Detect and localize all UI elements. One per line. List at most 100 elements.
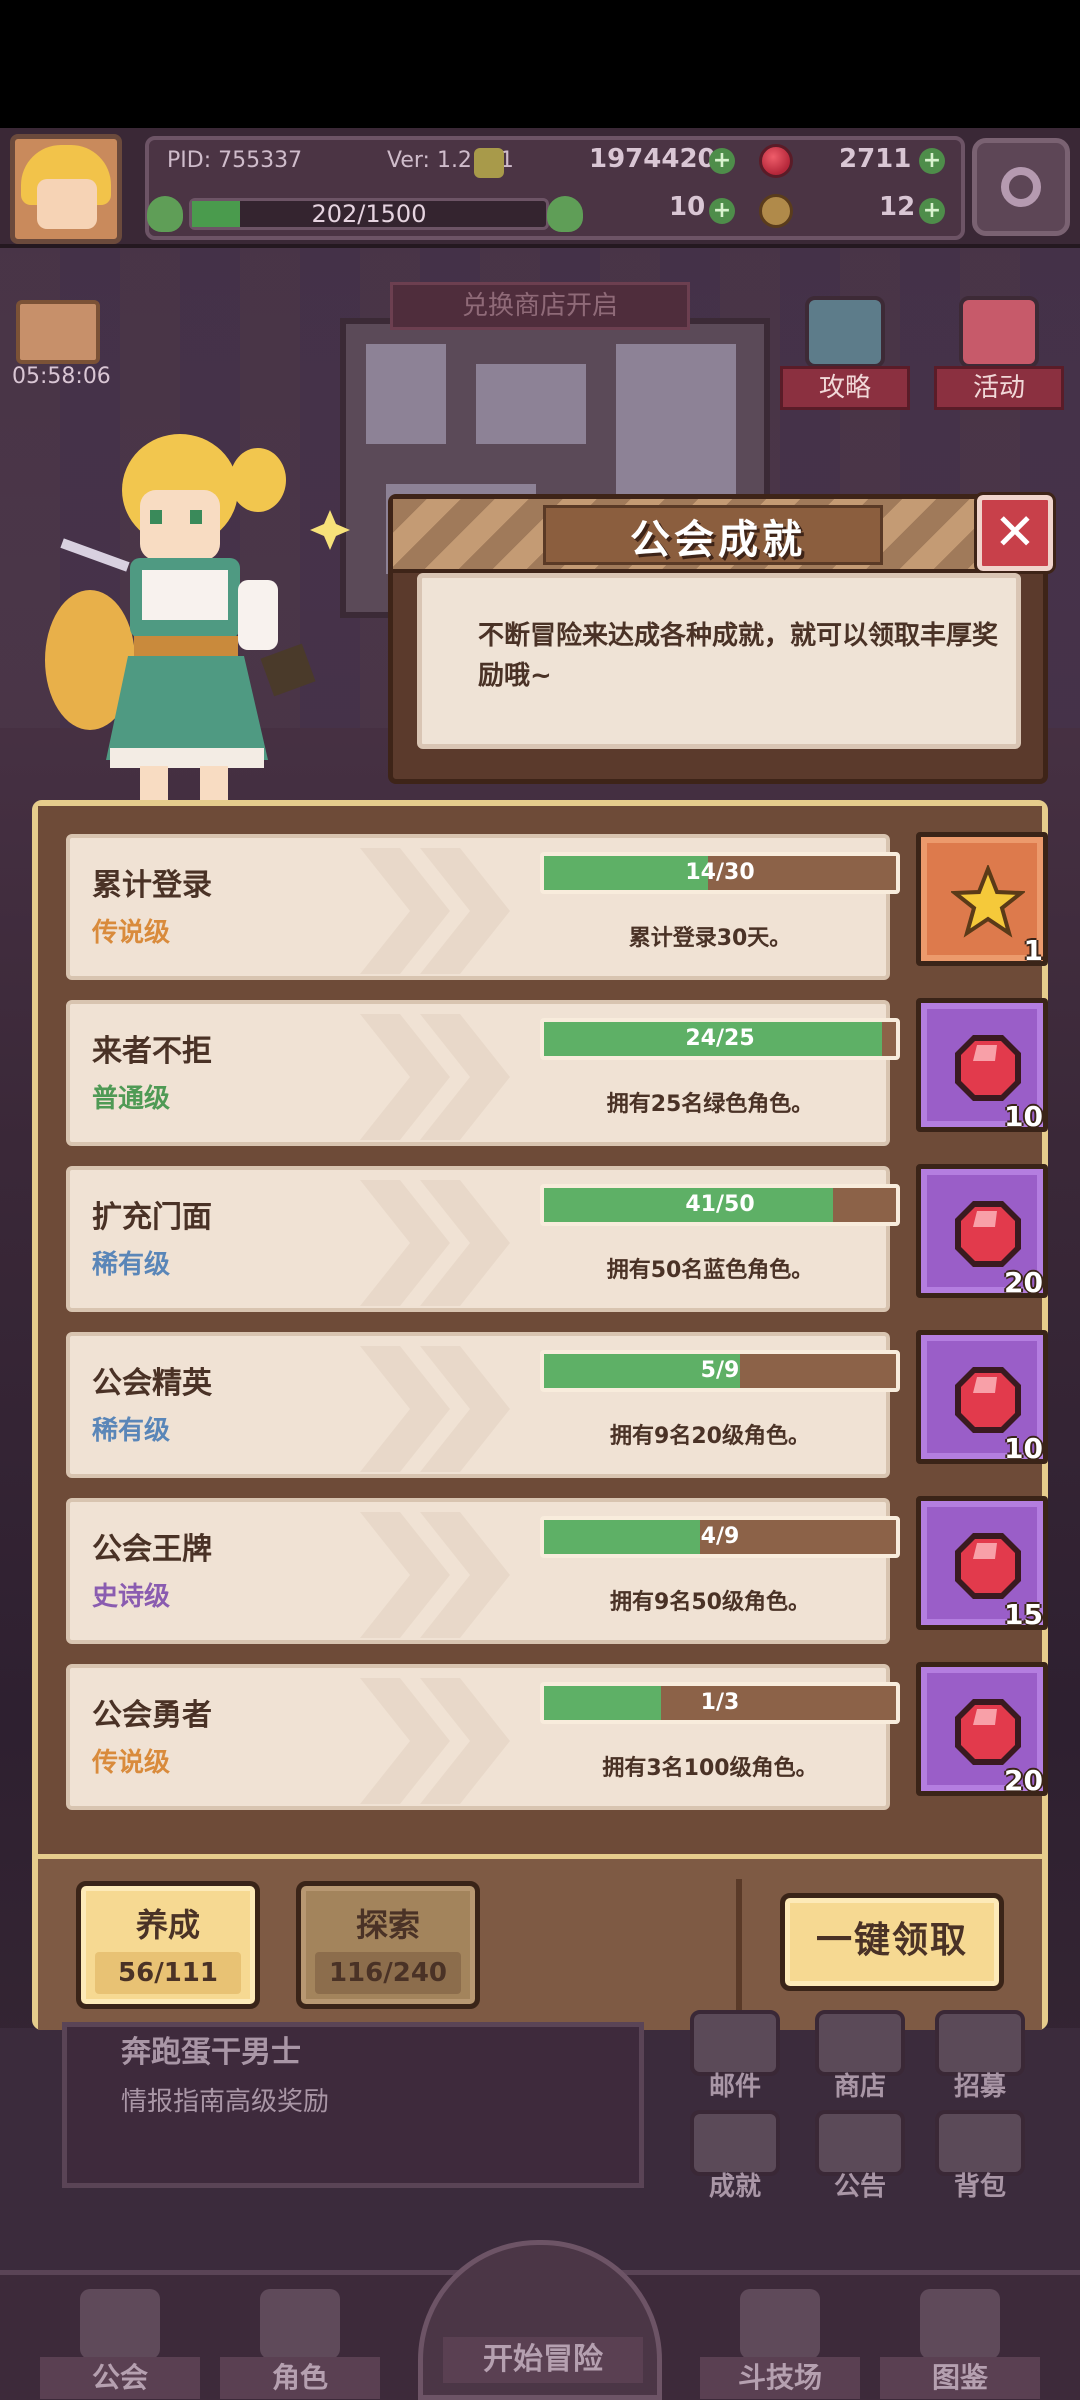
achievement-card: 累计登录 传说级 14/30 累计登录30天。: [66, 834, 900, 980]
nav-character[interactable]: 角色: [220, 2285, 380, 2400]
bag-button[interactable]: 背包: [925, 2110, 1035, 2210]
achievement-description: 拥有3名100级角色。: [602, 1756, 818, 1781]
add-gold-button[interactable]: +: [709, 148, 735, 174]
character-icon: [260, 2289, 340, 2359]
achievement-rank: 稀有级: [92, 1416, 171, 1446]
achievement-reward[interactable]: 20: [916, 1164, 1048, 1299]
nav-guild[interactable]: 公会: [40, 2285, 200, 2400]
achievement-name: 来者不拒: [92, 1034, 212, 1069]
settings-gear-icon[interactable]: [972, 138, 1070, 236]
achievement-progress-text: 4/9: [700, 1524, 740, 1549]
event-banner[interactable]: 奔跑蛋干男士 情报指南高级奖励: [62, 2022, 644, 2188]
achievement-row: 公会王牌史诗级 4/9 拥有9名50级角色。 15: [66, 1496, 1048, 1648]
achievement-card: 公会精英稀有级 5/9 拥有9名20级角色。: [66, 1332, 900, 1478]
clover-amount: 10: [669, 192, 706, 222]
achievement-button[interactable]: 成就: [680, 2110, 790, 2210]
player-avatar[interactable]: [10, 134, 122, 244]
shop-button[interactable]: 商店: [805, 2010, 915, 2110]
tab-explore[interactable]: 探索 116/240: [296, 1881, 480, 2009]
claim-all-button[interactable]: 一键领取: [780, 1893, 1004, 1991]
achievement-name: 公会精英: [92, 1366, 212, 1401]
chat-bubble-icon: [805, 296, 885, 368]
achievement-row: 公会精英稀有级 5/9 拥有9名20级角色。 10: [66, 1330, 1048, 1482]
stamina-bar: 202/1500: [189, 198, 549, 230]
achievement-progress-bar: 41/50: [540, 1184, 900, 1226]
achievement-reward[interactable]: 15: [916, 1496, 1048, 1631]
reward-count: 10: [1004, 1432, 1043, 1465]
achievement-progress-text: 5/9: [700, 1358, 740, 1383]
close-button[interactable]: ✕: [974, 492, 1056, 574]
add-gem-button[interactable]: +: [919, 148, 945, 174]
gem-amount: 2711: [839, 144, 912, 174]
achievement-description: 累计登录30天。: [628, 926, 792, 951]
achievement-progress-bar: 1/3: [540, 1682, 900, 1724]
category-bar: 养成 56/111 探索 116/240 一键领取: [38, 1854, 1042, 2030]
top-hud: PID: 755337 Ver: 1.2.2.1 1974420 + 2711 …: [0, 128, 1080, 248]
achievement-label: 成就: [708, 2172, 761, 2202]
achievement-reward[interactable]: 20: [916, 1662, 1048, 1797]
stamina-value: 202/1500: [311, 200, 427, 228]
event-banner-title: 奔跑蛋干男士: [121, 2035, 301, 2070]
tab-nurture[interactable]: 养成 56/111: [76, 1881, 260, 2009]
guide-character-sprite: [45, 434, 350, 800]
add-clover-button[interactable]: +: [709, 198, 735, 224]
achievement-reward[interactable]: 1: [916, 832, 1048, 967]
achievement-rank: 史诗级: [92, 1582, 171, 1612]
achievement-card: 扩充门面 稀有级 41/50 拥有50名蓝色角色。: [66, 1166, 900, 1312]
achievement-progress-bar: 4/9: [540, 1516, 900, 1558]
book-icon: [920, 2289, 1000, 2359]
nav-codex[interactable]: 图鉴: [880, 2285, 1040, 2400]
close-icon: ✕: [994, 503, 1036, 561]
nav-character-label: 角色: [220, 2357, 380, 2399]
mail-button[interactable]: 邮件: [680, 2010, 790, 2110]
achievement-name: 公会王牌: [92, 1532, 212, 1567]
panel-title: 公会成就: [630, 517, 806, 563]
achievement-card: 公会勇者 传说级 1/3 拥有3名100级角色。: [66, 1664, 900, 1810]
achievement-description: 拥有25名绿色角色。: [606, 1092, 814, 1117]
nav-guild-label: 公会: [40, 2357, 200, 2399]
coin-icon: [474, 148, 504, 178]
recruit-label: 招募: [953, 2072, 1006, 2102]
panel-description: 不断冒险来达成各种成就，就可以领取丰厚奖励哦~: [478, 621, 999, 691]
key-icon: [759, 194, 793, 228]
tab-explore-count: 116/240: [315, 1952, 461, 1994]
achievement-name: 扩充门面: [92, 1200, 212, 1235]
game-screen: PID: 755337 Ver: 1.2.2.1 1974420 + 2711 …: [0, 0, 1080, 2400]
achievement-description: 拥有9名50级角色。: [610, 1590, 810, 1615]
guild-hall-icon: [80, 2289, 160, 2359]
recruit-button[interactable]: 招募: [925, 2010, 1035, 2110]
achievement-reward[interactable]: 10: [916, 998, 1048, 1133]
achievement-row: 来者不拒 普通级 24/25 拥有25名绿色角色。 10: [66, 998, 1048, 1150]
achievement-card: 公会王牌史诗级 4/9 拥有9名50级角色。: [66, 1498, 900, 1644]
achievement-description: 拥有50名蓝色角色。: [606, 1258, 814, 1283]
add-key-button[interactable]: +: [919, 198, 945, 224]
achievement-row: 扩充门面 稀有级 41/50 拥有50名蓝色角色。 20: [66, 1164, 1048, 1316]
reward-count: 1: [1023, 934, 1043, 967]
nav-adventure-label: 开始冒险: [443, 2337, 643, 2383]
tab-explore-label: 探索: [355, 1906, 420, 1944]
achievement-row: 公会勇者 传说级 1/3 拥有3名100级角色。 20: [66, 1662, 1048, 1814]
tab-nurture-count: 56/111: [95, 1952, 241, 1994]
achievement-title-panel: 公会成就 ✕ 不断冒险来达成各种成就，就可以领取丰厚奖励哦~: [388, 492, 1056, 784]
gift-box-icon[interactable]: [16, 300, 100, 364]
activity-button[interactable]: 活动: [934, 296, 1064, 416]
gold-amount: 1974420: [589, 144, 716, 174]
notice-button[interactable]: 公告: [805, 2110, 915, 2210]
event-banner-subtitle: 情报指南高级奖励: [121, 2087, 330, 2117]
achievement-progress-bar: 14/30: [540, 852, 900, 894]
achievement-rank: 普通级: [92, 1084, 171, 1114]
status-area: [0, 0, 1080, 128]
shop-open-banner: 兑换商店开启: [390, 282, 690, 330]
reward-count: 20: [1004, 1764, 1043, 1797]
achievement-card: 来者不拒 普通级 24/25 拥有25名绿色角色。: [66, 1000, 900, 1146]
crossed-swords-icon: [740, 2289, 820, 2359]
title-strip: 公会成就: [393, 499, 1043, 573]
achievement-list-panel: 累计登录 传说级 14/30 累计登录30天。 1 来者不拒 普通级 24/25 拥有25名绿色…: [32, 800, 1048, 2030]
bag-label: 背包: [953, 2172, 1006, 2202]
achievement-reward[interactable]: 10: [916, 1330, 1048, 1465]
reward-count: 10: [1004, 1100, 1043, 1133]
achievement-progress-text: 1/3: [700, 1690, 740, 1715]
achievement-description: 拥有9名20级角色。: [610, 1424, 810, 1449]
nav-arena[interactable]: 斗技场: [700, 2285, 860, 2400]
guide-button[interactable]: 攻略: [780, 296, 910, 416]
